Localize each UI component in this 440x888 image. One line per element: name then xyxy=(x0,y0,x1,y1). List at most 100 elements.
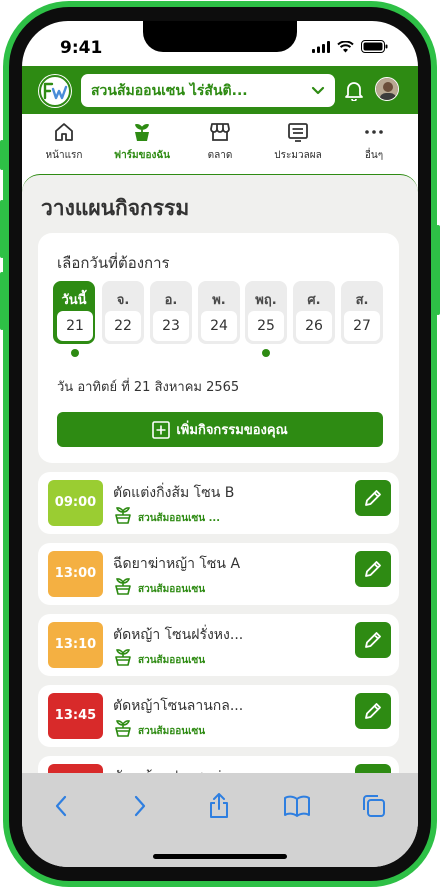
activity-title: ฉีดยาฆ่าหญ้า โซน A xyxy=(113,556,241,572)
add-activity-label: เพิ่มกิจกรรมของคุณ xyxy=(176,423,288,438)
day-24[interactable]: พ. 24 xyxy=(198,281,240,344)
bell-icon[interactable] xyxy=(344,80,364,101)
day-23[interactable]: อ. 23 xyxy=(150,281,192,344)
activity-time: 13:45 xyxy=(48,693,103,739)
activity-item[interactable]: 13:00 ฉีดยาฆ่าหญ้า โซน A สวนส้มออนเซน xyxy=(38,543,399,605)
power-button xyxy=(436,225,440,315)
browser-toolbar xyxy=(22,773,418,867)
selected-date: วัน อาทิตย์ ที่ 21 สิงหาคม 2565 xyxy=(57,380,240,395)
pencil-icon xyxy=(365,490,381,506)
day-number: 21 xyxy=(57,311,93,341)
tab-more-label: อื่นๆ xyxy=(364,150,384,161)
tab-my-farm[interactable]: ฟาร์มของฉัน xyxy=(102,121,182,163)
event-dot xyxy=(71,349,79,357)
plant-pot-icon xyxy=(115,578,131,595)
wifi-icon xyxy=(337,40,354,52)
plus-square-icon xyxy=(152,420,171,439)
home-icon xyxy=(55,123,73,141)
status-time: 9:41 xyxy=(60,38,103,58)
edit-button[interactable] xyxy=(355,551,391,587)
day-number: 23 xyxy=(153,311,189,341)
activity-item[interactable]: 09:00 ตัดแต่งกิ่งส้ม โซน B สวนส้มออนเซน … xyxy=(38,472,399,534)
main-tab-bar: หน้าแรก ฟาร์มของฉัน ตลาด ประมวลผล อื่นๆ xyxy=(22,114,418,174)
farm-selector-label: สวนส้มออนเซน ไร่สันติ... xyxy=(91,82,248,99)
tab-market-label: ตลาด xyxy=(207,150,233,161)
activity-title: ตัดหญ้าโซนลานกล... xyxy=(113,698,244,714)
list-icon xyxy=(288,123,308,142)
farm-selector[interactable]: สวนส้มออนเซน ไร่สันติ... xyxy=(81,74,335,107)
day-21[interactable]: วันนี้ 21 xyxy=(53,281,95,344)
pencil-icon xyxy=(365,561,381,577)
activity-time: 09:00 xyxy=(48,480,103,526)
activity-farm: สวนส้มออนเซน xyxy=(138,584,206,595)
add-activity-button[interactable]: เพิ่มกิจกรรมของคุณ xyxy=(57,412,383,447)
edit-button[interactable] xyxy=(355,480,391,516)
share-icon[interactable] xyxy=(208,793,230,819)
day-number: 24 xyxy=(201,311,237,341)
chevron-down-icon xyxy=(311,86,325,95)
pencil-icon xyxy=(365,632,381,648)
activity-title: ตัดหญ้า โซนฝรั่งหง... xyxy=(113,627,244,643)
day-27[interactable]: ส. 27 xyxy=(341,281,383,344)
volume-up-button xyxy=(0,200,4,258)
plant-pot-icon xyxy=(115,507,131,524)
tab-home[interactable]: หน้าแรก xyxy=(24,121,104,163)
day-name: พ. xyxy=(212,293,226,308)
back-icon[interactable] xyxy=(54,795,68,817)
day-name: พฤ. xyxy=(255,293,277,308)
volume-down-button xyxy=(0,272,4,330)
status-icons xyxy=(312,40,388,53)
day-26[interactable]: ศ. 26 xyxy=(293,281,335,344)
day-name: ส. xyxy=(355,293,369,308)
tab-more[interactable]: อื่นๆ xyxy=(334,121,414,163)
bookmarks-icon[interactable] xyxy=(284,795,310,817)
tab-my-farm-label: ฟาร์มของฉัน xyxy=(113,150,171,161)
page-title: วางแผนกิจกรรม xyxy=(41,196,190,220)
activity-farm: สวนส้มออนเซน xyxy=(138,726,206,737)
home-indicator xyxy=(153,854,287,859)
date-picker-card: เลือกวันที่ต้องการ วันนี้ 21 จ. 22 อ. 23… xyxy=(38,233,399,463)
screen: 9:41 สวนส้มออนเซน ไร่สันติ... หน้าแรก ฟา… xyxy=(22,21,418,867)
forward-icon[interactable] xyxy=(133,795,147,817)
edit-button[interactable] xyxy=(355,693,391,729)
avatar[interactable] xyxy=(375,77,399,101)
fw-logo-icon xyxy=(43,82,68,100)
tab-processing[interactable]: ประมวลผล xyxy=(258,121,338,163)
signal-icon xyxy=(312,40,330,53)
tab-home-label: หน้าแรก xyxy=(45,150,83,161)
day-number: 25 xyxy=(248,311,284,341)
user-photo-icon xyxy=(376,78,398,100)
main-content: วางแผนกิจกรรม เลือกวันที่ต้องการ วันนี้ … xyxy=(22,174,418,818)
day-number: 27 xyxy=(344,311,380,341)
day-name: จ. xyxy=(116,293,130,308)
pencil-icon xyxy=(365,703,381,719)
activity-item[interactable]: 13:10 ตัดหญ้า โซนฝรั่งหง... สวนส้มออนเซน xyxy=(38,614,399,676)
more-icon xyxy=(365,130,383,134)
day-22[interactable]: จ. 22 xyxy=(102,281,144,344)
activity-time: 13:10 xyxy=(48,622,103,668)
tab-market[interactable]: ตลาด xyxy=(180,121,260,163)
day-number: 26 xyxy=(296,311,332,341)
app-logo[interactable] xyxy=(39,75,71,107)
day-name: อ. xyxy=(164,293,178,308)
notch xyxy=(143,21,297,52)
app-header: สวนส้มออนเซน ไร่สันติ... xyxy=(22,66,418,114)
date-picker-title: เลือกวันที่ต้องการ xyxy=(57,254,170,272)
activity-title: ตัดแต่งกิ่งส้ม โซน B xyxy=(113,485,235,501)
edit-button[interactable] xyxy=(355,622,391,658)
event-dot xyxy=(262,349,270,357)
day-name: วันนี้ xyxy=(61,293,87,308)
plant-pot-icon xyxy=(135,123,149,141)
day-25[interactable]: พฤ. 25 xyxy=(245,281,287,344)
store-icon xyxy=(210,123,230,141)
activity-time: 13:00 xyxy=(48,551,103,597)
activity-item[interactable]: 13:45 ตัดหญ้าโซนลานกล... สวนส้มออนเซน xyxy=(38,685,399,747)
day-name: ศ. xyxy=(307,293,321,308)
battery-icon xyxy=(361,40,388,53)
tabs-icon[interactable] xyxy=(362,794,386,818)
tab-processing-label: ประมวลผล xyxy=(274,150,322,161)
plant-pot-icon xyxy=(115,649,131,666)
mute-switch xyxy=(0,140,4,170)
activity-farm: สวนส้มออนเซน ... xyxy=(138,513,221,524)
activity-farm: สวนส้มออนเซน xyxy=(138,655,206,666)
